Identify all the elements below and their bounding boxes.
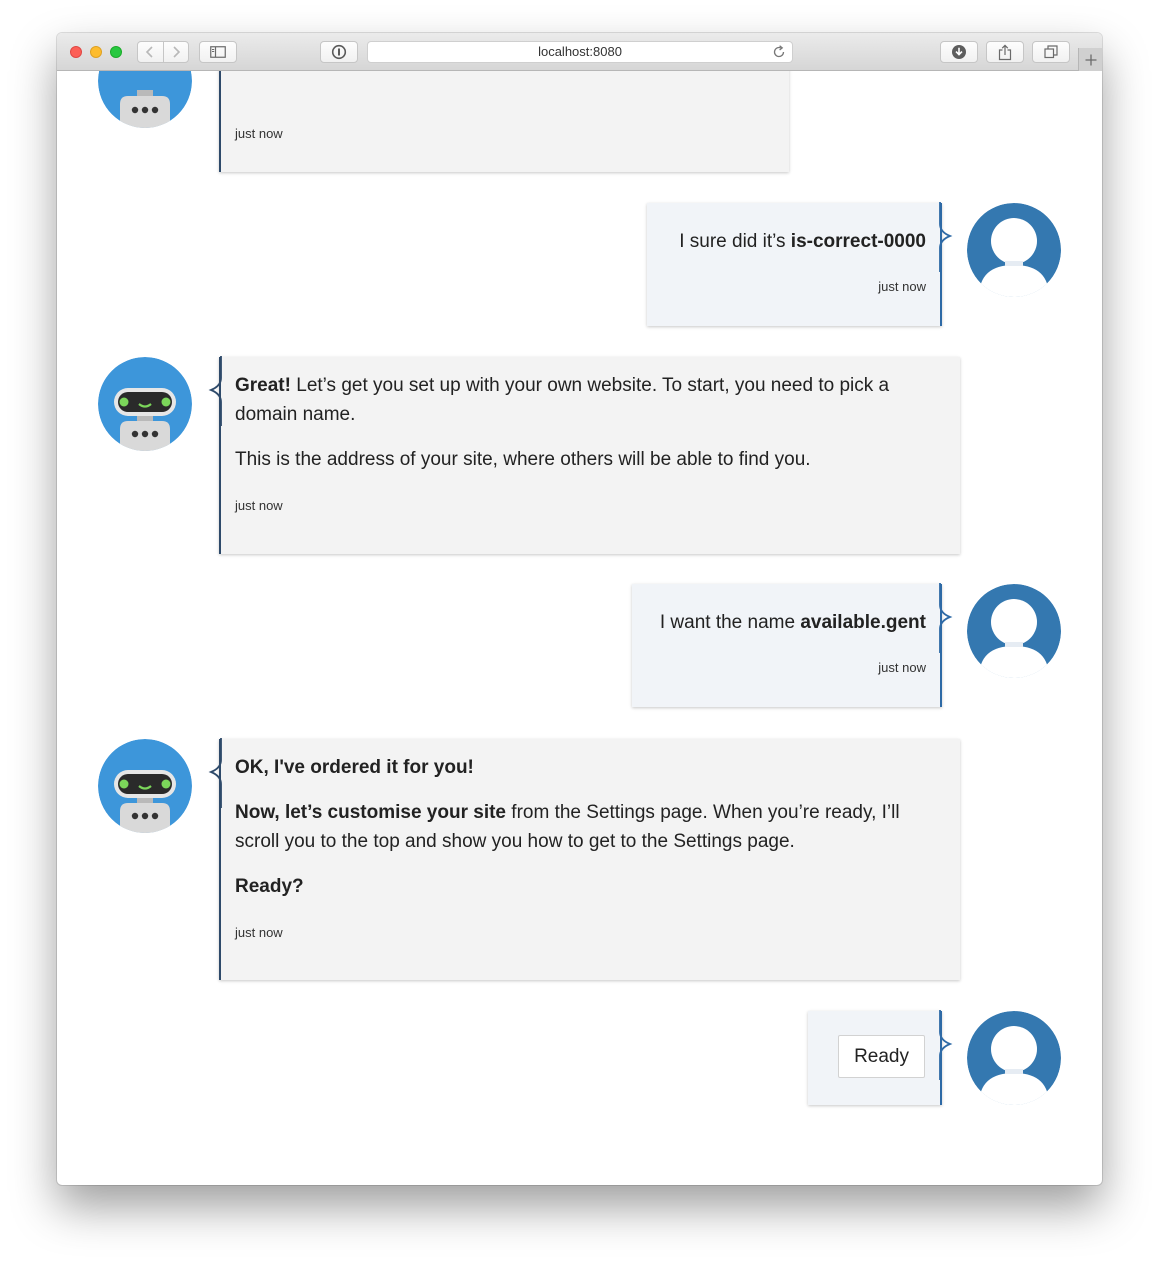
- bot-avatar: [98, 71, 192, 128]
- user-reply-options: Ready: [808, 1010, 953, 1105]
- message-bold-text: Now, let’s customise your site: [235, 802, 507, 823]
- ready-button[interactable]: Ready: [838, 1035, 925, 1078]
- bubble-notch: [939, 202, 953, 272]
- browser-window: localhost:8080 just now I sure did it’s …: [57, 33, 1102, 1185]
- share-icon: [998, 44, 1012, 60]
- reload-icon: [773, 45, 785, 58]
- downloads-button[interactable]: [940, 41, 978, 63]
- message-bold-text: Ready?: [235, 876, 304, 897]
- user-message: I sure did it’s is-correct-0000 just now: [647, 202, 953, 326]
- url-text: localhost:8080: [538, 44, 622, 59]
- browser-toolbar: localhost:8080: [57, 33, 1102, 71]
- robot-icon: [98, 357, 192, 451]
- user-avatar: [967, 1011, 1061, 1105]
- chevron-left-icon: [146, 46, 153, 58]
- message-timestamp: just now: [878, 279, 926, 294]
- minimize-window-button[interactable]: [90, 46, 102, 58]
- download-icon: [952, 45, 966, 59]
- zoom-window-button[interactable]: [110, 46, 122, 58]
- bubble-notch: [939, 1010, 953, 1080]
- robot-icon: [98, 71, 192, 128]
- bot-message: OK, I've ordered it for you! Now, let’s …: [208, 738, 960, 980]
- navigation-buttons: [137, 41, 189, 63]
- sidebar-toggle-button[interactable]: [199, 41, 237, 63]
- robot-icon: [98, 739, 192, 833]
- tabs-icon: [1044, 45, 1058, 59]
- message-bold-text: available.gent: [800, 612, 926, 633]
- message-text: I sure did it’s: [679, 231, 791, 252]
- new-tab-button[interactable]: [1078, 48, 1102, 71]
- user-icon: [967, 1011, 1061, 1105]
- back-button[interactable]: [138, 42, 163, 62]
- bot-avatar: [98, 739, 192, 833]
- message-timestamp: just now: [878, 660, 926, 675]
- password-manager-button[interactable]: [320, 41, 358, 63]
- message-text: Let’s get you set up with your own websi…: [235, 375, 890, 425]
- message-text: This is the address of your site, where …: [235, 449, 811, 470]
- bubble-notch: [208, 356, 222, 426]
- bubble-notch: [939, 583, 953, 653]
- reload-button[interactable]: [772, 45, 786, 65]
- message-timestamp: just now: [235, 126, 283, 141]
- close-window-button[interactable]: [70, 46, 82, 58]
- show-tabs-button[interactable]: [1032, 41, 1070, 63]
- bubble-notch: [208, 738, 222, 808]
- user-icon: [967, 203, 1061, 297]
- sidebar-icon: [210, 46, 226, 58]
- message-bold-text: Great!: [235, 375, 291, 396]
- bot-message: just now: [219, 71, 789, 172]
- share-button[interactable]: [986, 41, 1024, 63]
- forward-button[interactable]: [164, 42, 189, 62]
- user-avatar: [967, 584, 1061, 678]
- user-icon: [967, 584, 1061, 678]
- message-timestamp: just now: [235, 925, 283, 940]
- message-timestamp: just now: [235, 498, 283, 513]
- chevron-right-icon: [173, 46, 180, 58]
- plus-icon: [1085, 54, 1096, 65]
- message-text: I want the name: [659, 612, 801, 633]
- bot-avatar: [98, 357, 192, 451]
- message-bold-text: OK, I've ordered it for you!: [235, 757, 474, 778]
- bot-message: Great! Let’s get you set up with your ow…: [208, 356, 960, 554]
- password-key-icon: [331, 44, 347, 60]
- user-avatar: [967, 203, 1061, 297]
- chat-transcript[interactable]: just now I sure did it’s is-correct-0000…: [57, 71, 1102, 1185]
- message-bold-text: is-correct-0000: [790, 231, 926, 252]
- user-message: I want the name available.gent just now: [632, 583, 953, 707]
- address-bar[interactable]: localhost:8080: [367, 41, 793, 63]
